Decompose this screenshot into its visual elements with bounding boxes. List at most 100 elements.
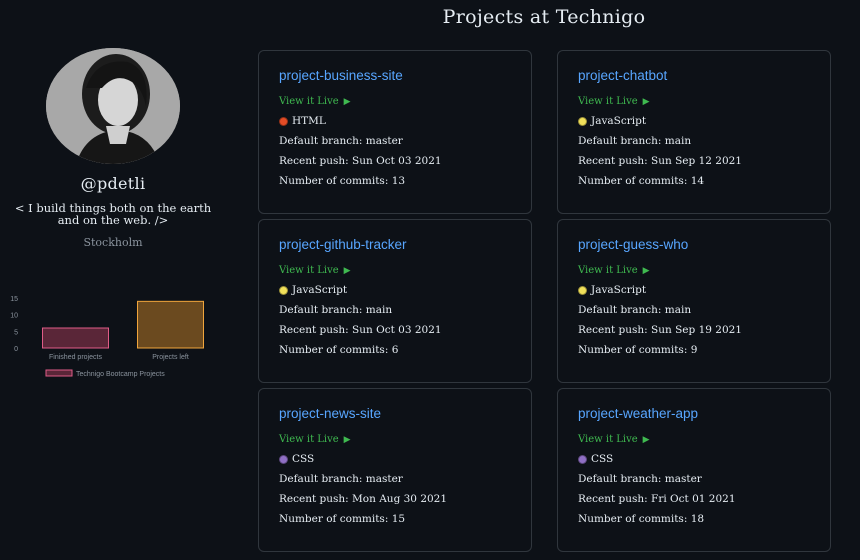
branch-prefix: Default branch: [578,304,665,316]
play-arrow-icon: ▶ [340,266,351,276]
view-live-label: View it Live [578,265,638,276]
language-color-dot-icon [578,285,587,295]
bar-finished-projects [42,327,109,349]
language-color-dot-icon [279,285,288,295]
project-name-link[interactable]: project-business-site [279,68,511,83]
language: JavaScript [578,115,810,127]
project-card: project-guess-who View it Live ▶ JavaScrip… [557,219,831,383]
language-color-dot-icon [279,116,288,126]
profile-sidebar: @pdetli < I build things both on the ear… [0,0,226,560]
view-live-link[interactable]: View it Live ▶ [279,265,351,276]
language-label: CSS [591,453,614,465]
commit-count: Number of commits: 13 [279,176,511,187]
username: @pdetli [80,174,146,193]
view-live-label: View it Live [578,434,638,445]
view-live-link[interactable]: View it Live ▶ [279,96,351,107]
recent-push: Recent push: Sun Oct 03 2021 [279,156,511,167]
language: CSS [279,453,511,465]
play-arrow-icon: ▶ [639,266,650,276]
language-label: JavaScript [591,115,647,127]
default-branch: Default branch: main [578,136,810,147]
commits-value: 13 [391,175,406,187]
x-tick-label: Projects left [152,354,189,361]
language: JavaScript [279,284,511,296]
language-label: JavaScript [591,284,647,296]
y-tick-label: 0 [14,346,18,353]
language-label: HTML [292,115,326,127]
branch-prefix: Default branch: [279,135,366,147]
project-name-link[interactable]: project-news-site [279,406,511,421]
play-arrow-icon: ▶ [340,435,351,445]
view-live-link[interactable]: View it Live ▶ [578,434,650,445]
recent-push: Recent push: Sun Sep 19 2021 [578,325,810,336]
location: Stockholm [83,236,143,249]
commits-prefix: Number of commits: [578,175,691,187]
commits-prefix: Number of commits: [279,513,392,525]
play-arrow-icon: ▶ [639,97,650,107]
commit-count: Number of commits: 18 [578,514,810,525]
projects-bar-chart: 0 5 10 15 Finished projects Projects left Tech… [10,296,204,378]
branch-value: main [664,304,692,316]
default-branch: Default branch: master [279,136,511,147]
language-color-dot-icon [578,116,587,126]
project-name-link[interactable]: project-chatbot [578,68,810,83]
push-value: Mon Aug 30 2021 [352,493,448,505]
project-name-link[interactable]: project-guess-who [578,237,810,252]
branch-value: master [365,473,403,485]
page: @pdetli < I build things both on the ear… [0,0,860,560]
page-title: Projects at Technigo [442,6,646,28]
default-branch: Default branch: main [578,305,810,316]
push-prefix: Recent push: [578,324,652,336]
push-value: Fri Oct 01 2021 [651,493,736,505]
language-label: JavaScript [292,284,348,296]
commit-count: Number of commits: 9 [578,345,810,356]
default-branch: Default branch: main [279,305,511,316]
view-live-link[interactable]: View it Live ▶ [279,434,351,445]
project-name-link[interactable]: project-github-tracker [279,237,511,252]
language-color-dot-icon [279,454,288,464]
project-card: project-business-site View it Live ▶ HTML D… [258,50,532,214]
project-card: project-news-site View it Live ▶ CSS Defaul… [258,388,532,552]
language: CSS [578,453,810,465]
x-tick-label: Finished projects [49,354,102,361]
commits-prefix: Number of commits: [279,175,392,187]
legend-label: Technigo Bootcamp Projects [76,371,165,378]
avatar-image [46,48,180,164]
push-prefix: Recent push: [279,155,353,167]
play-arrow-icon: ▶ [340,97,351,107]
push-prefix: Recent push: [578,493,652,505]
push-value: Sun Sep 12 2021 [651,155,742,167]
project-name-link[interactable]: project-weather-app [578,406,810,421]
commit-count: Number of commits: 14 [578,176,810,187]
play-arrow-icon: ▶ [639,435,650,445]
view-live-label: View it Live [578,96,638,107]
bar-projects-left [137,300,204,349]
recent-push: Recent push: Fri Oct 01 2021 [578,494,810,505]
commit-count: Number of commits: 15 [279,514,511,525]
y-tick-label: 5 [14,329,18,336]
commits-value: 15 [391,513,406,525]
projects-grid: project-business-site View it Live ▶ HTML D… [258,50,832,552]
branch-prefix: Default branch: [578,135,665,147]
default-branch: Default branch: master [279,474,511,485]
recent-push: Recent push: Sun Sep 12 2021 [578,156,810,167]
push-prefix: Recent push: [279,493,353,505]
avatar [46,48,180,164]
project-card: project-weather-app View it Live ▶ CSS Defa… [557,388,831,552]
commits-value: 6 [391,344,399,356]
view-live-link[interactable]: View it Live ▶ [578,265,650,276]
push-value: Sun Sep 19 2021 [651,324,742,336]
recent-push: Recent push: Mon Aug 30 2021 [279,494,511,505]
commits-prefix: Number of commits: [279,344,392,356]
language-color-dot-icon [578,454,587,464]
view-live-label: View it Live [279,96,339,107]
commits-prefix: Number of commits: [578,344,691,356]
default-branch: Default branch: master [578,474,810,485]
push-value: Sun Oct 03 2021 [352,324,442,336]
branch-prefix: Default branch: [578,473,665,485]
view-live-link[interactable]: View it Live ▶ [578,96,650,107]
branch-value: main [664,135,692,147]
push-prefix: Recent push: [279,324,353,336]
bio: < I build things both on the earth and o… [14,201,212,227]
y-tick-label: 15 [10,296,18,303]
